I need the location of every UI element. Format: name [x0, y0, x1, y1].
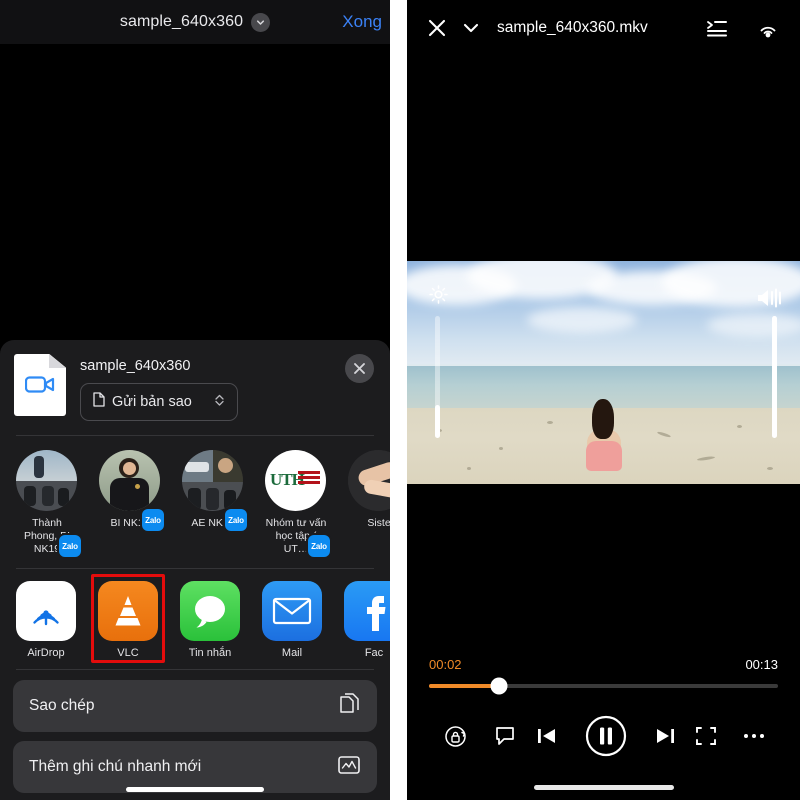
zalo-badge: Zalo	[308, 535, 330, 557]
app-label: Tin nhắn	[180, 647, 240, 659]
duration-time: 00:13	[745, 657, 778, 672]
copy-icon	[339, 692, 361, 721]
share-file-name: sample_640x360	[80, 358, 238, 374]
app-label: Fac	[344, 647, 390, 659]
zalo-badge-label: Zalo	[228, 516, 244, 525]
seek-bar-thumb[interactable]	[490, 678, 507, 695]
facebook-icon	[344, 581, 390, 641]
home-indicator	[126, 787, 264, 792]
action-row-copy[interactable]: Sao chép	[13, 680, 377, 732]
seek-bar-fill	[429, 684, 499, 688]
zalo-badge-label: Zalo	[311, 542, 327, 551]
player-title: sample_640x360.mkv	[497, 19, 692, 37]
app-label: AirDrop	[16, 647, 76, 659]
brightness-icon	[429, 285, 448, 309]
airplay-icon[interactable]	[756, 16, 780, 40]
close-icon[interactable]	[345, 354, 374, 383]
send-copy-option[interactable]: Gửi bản sao	[80, 383, 238, 421]
app-label: Mail	[262, 647, 322, 659]
playlist-icon[interactable]	[706, 18, 728, 38]
app-item-airdrop[interactable]: AirDrop	[16, 581, 76, 659]
contact-item[interactable]: UTH Zalo Nhóm tư vấn học tập ( UT…	[265, 450, 327, 556]
screenshot-root: sample_640x360 Xong	[0, 0, 800, 800]
current-time: 00:02	[429, 657, 462, 672]
previous-track-icon[interactable]	[536, 725, 558, 747]
app-item-facebook[interactable]: Fac	[344, 581, 390, 659]
share-navbar: sample_640x360 Xong	[0, 0, 390, 44]
action-label: Sao chép	[29, 697, 339, 715]
chevron-up-down-icon	[214, 393, 225, 412]
zalo-badge: Zalo	[142, 509, 164, 531]
airdrop-icon	[16, 581, 76, 641]
quick-note-icon	[337, 754, 361, 781]
mail-icon	[262, 581, 322, 641]
contact-item[interactable]: Siste	[348, 450, 390, 530]
zalo-badge: Zalo	[225, 509, 247, 531]
send-copy-label: Gửi bản sao	[112, 394, 207, 410]
action-row-quick-note[interactable]: Thêm ghi chú nhanh mới	[13, 741, 377, 793]
person-in-scene	[585, 399, 623, 471]
left-phone-screenshot: sample_640x360 Xong	[0, 0, 390, 800]
more-ellipsis-icon[interactable]	[744, 734, 764, 738]
app-item-mail[interactable]: Mail	[262, 581, 322, 659]
group-photo-avatar	[16, 450, 77, 511]
volume-slider-fill	[772, 316, 777, 438]
app-label: VLC	[98, 647, 158, 659]
contact-item[interactable]: Zalo AE NK19	[182, 450, 244, 530]
horizon-line	[407, 364, 800, 366]
next-track-icon[interactable]	[654, 725, 676, 747]
video-stage[interactable]	[407, 56, 800, 625]
zalo-badge-label: Zalo	[62, 542, 78, 551]
app-item-messages[interactable]: Tin nhắn	[180, 581, 240, 659]
time-labels: 00:02 00:13	[429, 657, 778, 672]
contact-item[interactable]: Zalo Thành Phong, BI NK19	[16, 450, 78, 556]
hands-photo-avatar	[348, 450, 390, 511]
vlc-cone-icon	[98, 581, 158, 641]
video-preview-area[interactable]	[0, 44, 390, 340]
brightness-slider-fill	[435, 405, 440, 438]
seek-bar[interactable]	[429, 684, 778, 688]
volume-icon	[756, 287, 784, 314]
share-sheet-header: sample_640x360 Gửi bản sao	[0, 340, 390, 431]
video-document-icon	[14, 354, 66, 416]
fullscreen-crop-icon[interactable]	[694, 724, 718, 748]
player-controls	[407, 714, 800, 758]
contacts-row[interactable]: Zalo Thành Phong, BI NK19 Zalo BI NK19	[0, 436, 390, 564]
action-list: Sao chép Thêm ghi chú nhanh mới	[0, 670, 390, 793]
speech-bubble-icon[interactable]	[493, 724, 517, 748]
messages-icon	[180, 581, 240, 641]
scrubber-area: 00:02 00:13	[407, 657, 800, 688]
zalo-badge-label: Zalo	[145, 516, 161, 525]
brightness-slider[interactable]	[435, 316, 440, 438]
zalo-badge: Zalo	[59, 535, 81, 557]
contact-item[interactable]: Zalo BI NK19	[99, 450, 161, 530]
share-sheet: sample_640x360 Gửi bản sao	[0, 340, 390, 800]
pause-icon[interactable]	[584, 714, 628, 758]
group-photo-avatar	[182, 450, 243, 511]
contact-name: Siste	[348, 517, 390, 530]
right-phone-screenshot: sample_640x360.mkv	[407, 0, 800, 800]
chevron-down-icon[interactable]	[461, 18, 481, 38]
rotation-lock-icon[interactable]	[443, 724, 468, 749]
home-indicator	[534, 785, 674, 790]
action-label: Thêm ghi chú nhanh mới	[29, 758, 337, 776]
done-button[interactable]: Xong	[342, 12, 382, 32]
chevron-down-icon[interactable]	[251, 13, 270, 32]
app-item-vlc[interactable]: VLC	[98, 581, 158, 659]
close-icon[interactable]	[427, 18, 447, 38]
video-frame	[407, 261, 800, 484]
uth-logo-avatar: UTH	[265, 450, 326, 511]
volume-slider[interactable]	[772, 316, 777, 438]
navbar-title: sample_640x360	[120, 13, 243, 31]
apps-row[interactable]: AirDrop VLC	[0, 569, 390, 665]
player-topbar: sample_640x360.mkv	[407, 0, 800, 56]
document-icon	[93, 392, 105, 412]
man-black-shirt-avatar	[99, 450, 160, 511]
